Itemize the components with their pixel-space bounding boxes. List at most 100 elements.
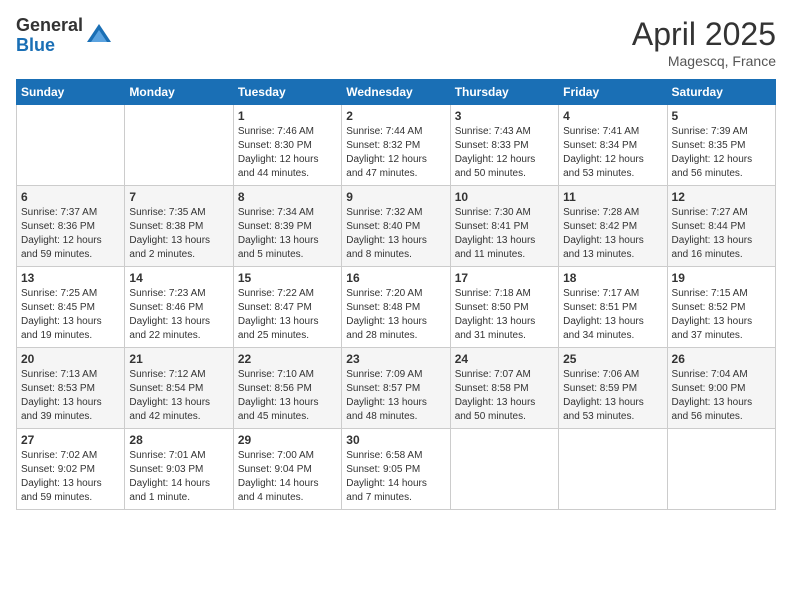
day-number: 7 — [129, 190, 228, 204]
day-number: 14 — [129, 271, 228, 285]
day-info: Sunrise: 7:15 AM Sunset: 8:52 PM Dayligh… — [672, 287, 771, 343]
calendar-cell: 18 Sunrise: 7:17 AM Sunset: 8:51 PM Dayli… — [559, 267, 667, 348]
logo: General Blue — [16, 16, 113, 56]
calendar-cell: 30 Sunrise: 6:58 AM Sunset: 9:05 PM Dayli… — [342, 429, 450, 510]
day-number: 30 — [346, 433, 445, 447]
day-number: 15 — [238, 271, 337, 285]
logo-general-text: General — [16, 15, 83, 35]
day-info: Sunrise: 6:58 AM Sunset: 9:05 PM Dayligh… — [346, 449, 445, 505]
calendar-cell: 6Sunrise: 7:37 AM Sunset: 8:36 PM Daylig… — [17, 186, 125, 267]
day-info: Sunrise: 7:04 AM Sunset: 9:00 PM Dayligh… — [672, 368, 771, 424]
day-info: Sunrise: 7:27 AM Sunset: 8:44 PM Dayligh… — [672, 206, 771, 262]
day-number: 6 — [21, 190, 120, 204]
weekday-header: Tuesday — [233, 80, 341, 105]
calendar-table: SundayMondayTuesdayWednesdayThursdayFrid… — [16, 79, 776, 510]
day-number: 21 — [129, 352, 228, 366]
day-number: 9 — [346, 190, 445, 204]
day-info: Sunrise: 7:32 AM Sunset: 8:40 PM Dayligh… — [346, 206, 445, 262]
day-info: Sunrise: 7:22 AM Sunset: 8:47 PM Dayligh… — [238, 287, 337, 343]
day-number: 8 — [238, 190, 337, 204]
calendar-week-row: 20Sunrise: 7:13 AM Sunset: 8:53 PM Dayli… — [17, 348, 776, 429]
calendar-header-row: SundayMondayTuesdayWednesdayThursdayFrid… — [17, 80, 776, 105]
day-number: 18 — [563, 271, 662, 285]
day-info: Sunrise: 7:13 AM Sunset: 8:53 PM Dayligh… — [21, 368, 120, 424]
day-number: 26 — [672, 352, 771, 366]
day-info: Sunrise: 7:09 AM Sunset: 8:57 PM Dayligh… — [346, 368, 445, 424]
location: Magescq, France — [632, 53, 776, 69]
day-info: Sunrise: 7:01 AM Sunset: 9:03 PM Dayligh… — [129, 449, 228, 505]
month-title: April 2025 — [632, 16, 776, 53]
calendar-cell: 20Sunrise: 7:13 AM Sunset: 8:53 PM Dayli… — [17, 348, 125, 429]
calendar-cell: 2 Sunrise: 7:44 AM Sunset: 8:32 PM Daylig… — [342, 105, 450, 186]
calendar-cell: 11Sunrise: 7:28 AM Sunset: 8:42 PM Dayli… — [559, 186, 667, 267]
calendar-week-row: 27 Sunrise: 7:02 AM Sunset: 9:02 PM Dayli… — [17, 429, 776, 510]
page-header: General Blue April 2025 Magescq, France — [16, 16, 776, 69]
day-info: Sunrise: 7:46 AM Sunset: 8:30 PM Dayligh… — [238, 125, 337, 181]
calendar-cell: 1 Sunrise: 7:46 AM Sunset: 8:30 PM Daylig… — [233, 105, 341, 186]
day-number: 1 — [238, 109, 337, 123]
day-info: Sunrise: 7:02 AM Sunset: 9:02 PM Dayligh… — [21, 449, 120, 505]
calendar-cell: 27 Sunrise: 7:02 AM Sunset: 9:02 PM Dayli… — [17, 429, 125, 510]
title-area: April 2025 Magescq, France — [632, 16, 776, 69]
day-info: Sunrise: 7:12 AM Sunset: 8:54 PM Dayligh… — [129, 368, 228, 424]
calendar-cell: 17 Sunrise: 7:18 AM Sunset: 8:50 PM Dayli… — [450, 267, 558, 348]
day-number: 23 — [346, 352, 445, 366]
day-info: Sunrise: 7:30 AM Sunset: 8:41 PM Dayligh… — [455, 206, 554, 262]
calendar-cell — [450, 429, 558, 510]
calendar-cell: 29Sunrise: 7:00 AM Sunset: 9:04 PM Dayli… — [233, 429, 341, 510]
calendar-week-row: 6Sunrise: 7:37 AM Sunset: 8:36 PM Daylig… — [17, 186, 776, 267]
calendar-cell: 3 Sunrise: 7:43 AM Sunset: 8:33 PM Daylig… — [450, 105, 558, 186]
day-number: 4 — [563, 109, 662, 123]
logo-blue-text: Blue — [16, 35, 55, 55]
day-info: Sunrise: 7:06 AM Sunset: 8:59 PM Dayligh… — [563, 368, 662, 424]
calendar-cell: 15 Sunrise: 7:22 AM Sunset: 8:47 PM Dayli… — [233, 267, 341, 348]
day-number: 13 — [21, 271, 120, 285]
calendar-week-row: 13Sunrise: 7:25 AM Sunset: 8:45 PM Dayli… — [17, 267, 776, 348]
day-info: Sunrise: 7:17 AM Sunset: 8:51 PM Dayligh… — [563, 287, 662, 343]
day-info: Sunrise: 7:18 AM Sunset: 8:50 PM Dayligh… — [455, 287, 554, 343]
day-number: 12 — [672, 190, 771, 204]
calendar-cell: 13Sunrise: 7:25 AM Sunset: 8:45 PM Dayli… — [17, 267, 125, 348]
weekday-header: Wednesday — [342, 80, 450, 105]
day-info: Sunrise: 7:43 AM Sunset: 8:33 PM Dayligh… — [455, 125, 554, 181]
day-info: Sunrise: 7:34 AM Sunset: 8:39 PM Dayligh… — [238, 206, 337, 262]
day-number: 10 — [455, 190, 554, 204]
calendar-cell: 7 Sunrise: 7:35 AM Sunset: 8:38 PM Daylig… — [125, 186, 233, 267]
day-info: Sunrise: 7:10 AM Sunset: 8:56 PM Dayligh… — [238, 368, 337, 424]
day-number: 2 — [346, 109, 445, 123]
calendar-cell — [559, 429, 667, 510]
day-number: 5 — [672, 109, 771, 123]
calendar-cell: 4Sunrise: 7:41 AM Sunset: 8:34 PM Daylig… — [559, 105, 667, 186]
calendar-cell: 21 Sunrise: 7:12 AM Sunset: 8:54 PM Dayli… — [125, 348, 233, 429]
weekday-header: Sunday — [17, 80, 125, 105]
day-info: Sunrise: 7:23 AM Sunset: 8:46 PM Dayligh… — [129, 287, 228, 343]
day-number: 17 — [455, 271, 554, 285]
calendar-cell: 9 Sunrise: 7:32 AM Sunset: 8:40 PM Daylig… — [342, 186, 450, 267]
day-info: Sunrise: 7:44 AM Sunset: 8:32 PM Dayligh… — [346, 125, 445, 181]
day-info: Sunrise: 7:00 AM Sunset: 9:04 PM Dayligh… — [238, 449, 337, 505]
day-number: 19 — [672, 271, 771, 285]
calendar-cell: 23 Sunrise: 7:09 AM Sunset: 8:57 PM Dayli… — [342, 348, 450, 429]
day-number: 24 — [455, 352, 554, 366]
calendar-week-row: 1 Sunrise: 7:46 AM Sunset: 8:30 PM Daylig… — [17, 105, 776, 186]
weekday-header: Thursday — [450, 80, 558, 105]
calendar-cell: 22Sunrise: 7:10 AM Sunset: 8:56 PM Dayli… — [233, 348, 341, 429]
day-info: Sunrise: 7:07 AM Sunset: 8:58 PM Dayligh… — [455, 368, 554, 424]
calendar-cell — [17, 105, 125, 186]
day-number: 16 — [346, 271, 445, 285]
calendar-cell: 5 Sunrise: 7:39 AM Sunset: 8:35 PM Daylig… — [667, 105, 775, 186]
day-number: 27 — [21, 433, 120, 447]
calendar-cell: 14 Sunrise: 7:23 AM Sunset: 8:46 PM Dayli… — [125, 267, 233, 348]
day-number: 3 — [455, 109, 554, 123]
day-info: Sunrise: 7:35 AM Sunset: 8:38 PM Dayligh… — [129, 206, 228, 262]
day-info: Sunrise: 7:39 AM Sunset: 8:35 PM Dayligh… — [672, 125, 771, 181]
calendar-cell: 25 Sunrise: 7:06 AM Sunset: 8:59 PM Dayli… — [559, 348, 667, 429]
calendar-cell: 19 Sunrise: 7:15 AM Sunset: 8:52 PM Dayli… — [667, 267, 775, 348]
day-number: 28 — [129, 433, 228, 447]
calendar-cell: 16 Sunrise: 7:20 AM Sunset: 8:48 PM Dayli… — [342, 267, 450, 348]
calendar-cell: 28 Sunrise: 7:01 AM Sunset: 9:03 PM Dayli… — [125, 429, 233, 510]
logo-icon — [85, 22, 113, 50]
day-info: Sunrise: 7:20 AM Sunset: 8:48 PM Dayligh… — [346, 287, 445, 343]
calendar-cell: 8 Sunrise: 7:34 AM Sunset: 8:39 PM Daylig… — [233, 186, 341, 267]
day-number: 25 — [563, 352, 662, 366]
